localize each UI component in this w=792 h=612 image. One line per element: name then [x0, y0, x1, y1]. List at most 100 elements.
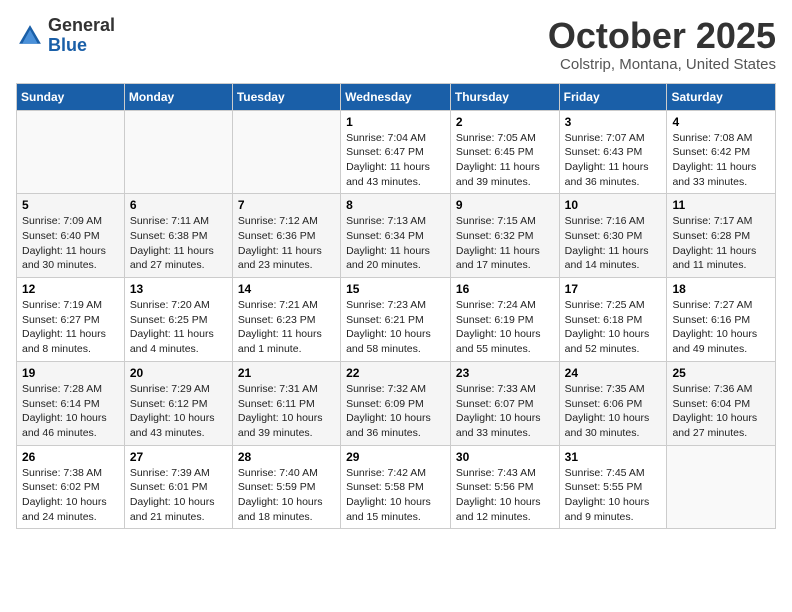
day-number: 3	[565, 115, 662, 129]
calendar-cell: 4 Sunrise: 7:08 AM Sunset: 6:42 PM Daylig…	[667, 110, 776, 194]
logo-text: General Blue	[48, 16, 115, 56]
day-info: Sunrise: 7:43 AM Sunset: 5:56 PM Dayligh…	[456, 466, 554, 525]
day-info: Sunrise: 7:45 AM Sunset: 5:55 PM Dayligh…	[565, 466, 662, 525]
day-info: Sunrise: 7:24 AM Sunset: 6:19 PM Dayligh…	[456, 298, 554, 357]
day-number: 13	[130, 282, 227, 296]
day-info: Sunrise: 7:09 AM Sunset: 6:40 PM Dayligh…	[22, 214, 119, 273]
weekday-header-saturday: Saturday	[667, 83, 776, 110]
calendar-cell: 24Sunrise: 7:35 AM Sunset: 6:06 PM Dayli…	[559, 361, 667, 445]
day-info: Sunrise: 7:20 AM Sunset: 6:25 PM Dayligh…	[130, 298, 227, 357]
calendar-cell: 10Sunrise: 7:16 AM Sunset: 6:30 PM Dayli…	[559, 194, 667, 278]
calendar-cell: 14Sunrise: 7:21 AM Sunset: 6:23 PM Dayli…	[232, 278, 340, 362]
day-number: 12	[22, 282, 119, 296]
week-row-3: 19 Sunrise: 7:28 AM Sunset: 6:14 PM Dayli…	[17, 361, 776, 445]
day-info: Sunrise: 7:39 AM Sunset: 6:01 PM Dayligh…	[130, 466, 227, 525]
day-number: 29	[346, 450, 445, 464]
calendar-cell: 23 Sunrise: 7:33 AM Sunset: 6:07 PM Dayli…	[450, 361, 559, 445]
day-info: Sunrise: 7:36 AM Sunset: 6:04 PM Dayligh…	[672, 382, 770, 441]
calendar-cell: 18 Sunrise: 7:27 AM Sunset: 6:16 PM Dayli…	[667, 278, 776, 362]
day-info: Sunrise: 7:12 AM Sunset: 6:36 PM Dayligh…	[238, 214, 335, 273]
day-info: Sunrise: 7:40 AM Sunset: 5:59 PM Dayligh…	[238, 466, 335, 525]
day-info: Sunrise: 7:07 AM Sunset: 6:43 PM Dayligh…	[565, 131, 662, 190]
calendar-cell: 1 Sunrise: 7:04 AM Sunset: 6:47 PM Daylig…	[341, 110, 451, 194]
calendar-cell: 6 Sunrise: 7:11 AM Sunset: 6:38 PM Daylig…	[124, 194, 232, 278]
calendar-table: SundayMondayTuesdayWednesdayThursdayFrid…	[16, 83, 776, 530]
week-row-4: 26Sunrise: 7:38 AM Sunset: 6:02 PM Dayli…	[17, 445, 776, 529]
day-number: 16	[456, 282, 554, 296]
day-number: 4	[672, 115, 770, 129]
calendar-cell: 8 Sunrise: 7:13 AM Sunset: 6:34 PM Daylig…	[341, 194, 451, 278]
day-number: 5	[22, 198, 119, 212]
day-info: Sunrise: 7:21 AM Sunset: 6:23 PM Dayligh…	[238, 298, 335, 357]
day-info: Sunrise: 7:25 AM Sunset: 6:18 PM Dayligh…	[565, 298, 662, 357]
day-info: Sunrise: 7:04 AM Sunset: 6:47 PM Dayligh…	[346, 131, 445, 190]
day-number: 31	[565, 450, 662, 464]
day-number: 2	[456, 115, 554, 129]
day-number: 15	[346, 282, 445, 296]
logo-icon	[16, 22, 44, 50]
page-header: General Blue October 2025 Colstrip, Mont…	[16, 16, 776, 73]
calendar-cell: 29 Sunrise: 7:42 AM Sunset: 5:58 PM Dayli…	[341, 445, 451, 529]
calendar-cell: 21 Sunrise: 7:31 AM Sunset: 6:11 PM Dayli…	[232, 361, 340, 445]
day-info: Sunrise: 7:42 AM Sunset: 5:58 PM Dayligh…	[346, 466, 445, 525]
calendar-cell: 27 Sunrise: 7:39 AM Sunset: 6:01 PM Dayli…	[124, 445, 232, 529]
day-number: 8	[346, 198, 445, 212]
calendar-cell: 3 Sunrise: 7:07 AM Sunset: 6:43 PM Daylig…	[559, 110, 667, 194]
calendar-cell	[667, 445, 776, 529]
weekday-header-monday: Monday	[124, 83, 232, 110]
calendar-cell: 7Sunrise: 7:12 AM Sunset: 6:36 PM Daylig…	[232, 194, 340, 278]
calendar-cell	[232, 110, 340, 194]
day-number: 6	[130, 198, 227, 212]
calendar-cell: 12Sunrise: 7:19 AM Sunset: 6:27 PM Dayli…	[17, 278, 125, 362]
day-number: 24	[565, 366, 662, 380]
calendar-cell: 5 Sunrise: 7:09 AM Sunset: 6:40 PM Daylig…	[17, 194, 125, 278]
calendar-cell: 2 Sunrise: 7:05 AM Sunset: 6:45 PM Daylig…	[450, 110, 559, 194]
day-info: Sunrise: 7:15 AM Sunset: 6:32 PM Dayligh…	[456, 214, 554, 273]
week-row-0: 1 Sunrise: 7:04 AM Sunset: 6:47 PM Daylig…	[17, 110, 776, 194]
day-number: 30	[456, 450, 554, 464]
calendar-cell: 31 Sunrise: 7:45 AM Sunset: 5:55 PM Dayli…	[559, 445, 667, 529]
day-info: Sunrise: 7:27 AM Sunset: 6:16 PM Dayligh…	[672, 298, 770, 357]
day-info: Sunrise: 7:31 AM Sunset: 6:11 PM Dayligh…	[238, 382, 335, 441]
day-info: Sunrise: 7:11 AM Sunset: 6:38 PM Dayligh…	[130, 214, 227, 273]
day-info: Sunrise: 7:38 AM Sunset: 6:02 PM Dayligh…	[22, 466, 119, 525]
weekday-header-wednesday: Wednesday	[341, 83, 451, 110]
logo-general-text: General	[48, 16, 115, 36]
calendar-subtitle: Colstrip, Montana, United States	[548, 56, 776, 73]
calendar-cell: 9 Sunrise: 7:15 AM Sunset: 6:32 PM Daylig…	[450, 194, 559, 278]
day-number: 20	[130, 366, 227, 380]
day-info: Sunrise: 7:28 AM Sunset: 6:14 PM Dayligh…	[22, 382, 119, 441]
calendar-cell: 20 Sunrise: 7:29 AM Sunset: 6:12 PM Dayli…	[124, 361, 232, 445]
week-row-1: 5 Sunrise: 7:09 AM Sunset: 6:40 PM Daylig…	[17, 194, 776, 278]
calendar-cell: 13 Sunrise: 7:20 AM Sunset: 6:25 PM Dayli…	[124, 278, 232, 362]
day-number: 10	[565, 198, 662, 212]
calendar-cell: 26Sunrise: 7:38 AM Sunset: 6:02 PM Dayli…	[17, 445, 125, 529]
day-number: 19	[22, 366, 119, 380]
calendar-cell: 19 Sunrise: 7:28 AM Sunset: 6:14 PM Dayli…	[17, 361, 125, 445]
day-info: Sunrise: 7:13 AM Sunset: 6:34 PM Dayligh…	[346, 214, 445, 273]
day-number: 27	[130, 450, 227, 464]
day-number: 28	[238, 450, 335, 464]
day-info: Sunrise: 7:08 AM Sunset: 6:42 PM Dayligh…	[672, 131, 770, 190]
day-number: 23	[456, 366, 554, 380]
weekday-header-thursday: Thursday	[450, 83, 559, 110]
day-info: Sunrise: 7:29 AM Sunset: 6:12 PM Dayligh…	[130, 382, 227, 441]
day-number: 1	[346, 115, 445, 129]
calendar-cell	[17, 110, 125, 194]
day-number: 18	[672, 282, 770, 296]
calendar-cell: 16 Sunrise: 7:24 AM Sunset: 6:19 PM Dayli…	[450, 278, 559, 362]
calendar-title: October 2025	[548, 16, 776, 56]
calendar-cell: 11Sunrise: 7:17 AM Sunset: 6:28 PM Dayli…	[667, 194, 776, 278]
logo-blue-text: Blue	[48, 36, 115, 56]
calendar-cell: 22 Sunrise: 7:32 AM Sunset: 6:09 PM Dayli…	[341, 361, 451, 445]
title-block: October 2025 Colstrip, Montana, United S…	[548, 16, 776, 73]
day-info: Sunrise: 7:33 AM Sunset: 6:07 PM Dayligh…	[456, 382, 554, 441]
weekday-header-tuesday: Tuesday	[232, 83, 340, 110]
day-number: 11	[672, 198, 770, 212]
day-info: Sunrise: 7:32 AM Sunset: 6:09 PM Dayligh…	[346, 382, 445, 441]
weekday-header-row: SundayMondayTuesdayWednesdayThursdayFrid…	[17, 83, 776, 110]
day-number: 22	[346, 366, 445, 380]
day-number: 21	[238, 366, 335, 380]
day-number: 9	[456, 198, 554, 212]
day-info: Sunrise: 7:05 AM Sunset: 6:45 PM Dayligh…	[456, 131, 554, 190]
